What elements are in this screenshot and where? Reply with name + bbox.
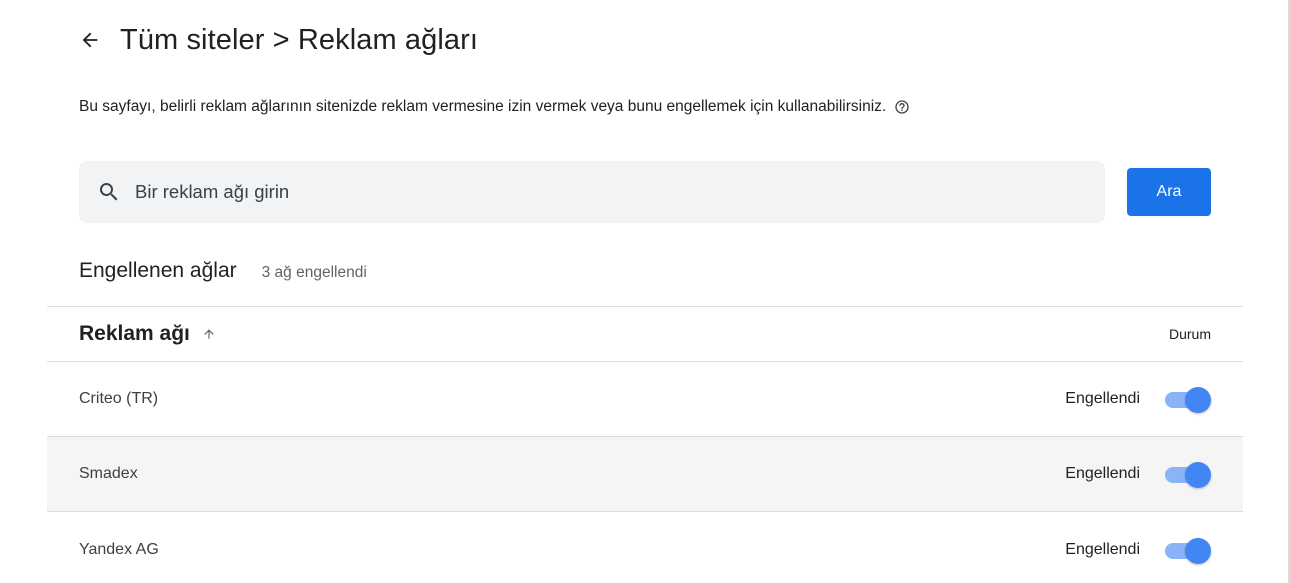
toggle-thumb [1185,462,1211,488]
toggle-thumb [1185,537,1211,564]
search-box [79,161,1105,223]
row-status-group: Engellendi [1065,387,1211,413]
description-text: Bu sayfayı, belirli reklam ağlarının sit… [79,98,887,115]
network-status: Engellendi [1065,390,1140,407]
blocked-networks-table: Reklam ağı Durum Criteo (TR) Engellendi … [47,306,1243,583]
column-header-status: Durum [1168,326,1211,342]
block-toggle[interactable] [1163,462,1211,488]
section-title: Engellenen ağlar [79,259,237,282]
network-status: Engellendi [1065,465,1140,482]
column-header-network[interactable]: Reklam ağı [79,322,218,346]
row-status-group: Engellendi [1065,462,1211,488]
table-row: Yandex AG Engellendi [47,512,1243,583]
table-row: Criteo (TR) Engellendi [47,362,1243,437]
sort-ascending-arrow-icon[interactable] [202,326,218,342]
network-name: Yandex AG [79,540,159,558]
page-header: Tüm siteler > Reklam ağları [78,18,478,62]
column-network-label: Reklam ağı [79,322,190,345]
search-icon [97,180,121,204]
page-title: Tüm siteler > Reklam ağları [120,23,479,56]
blocked-count: 3 ağ engellendi [261,264,367,281]
block-toggle[interactable] [1163,387,1211,413]
back-arrow-icon[interactable] [78,28,102,52]
block-toggle[interactable] [1163,537,1211,564]
page-description: Bu sayfayı, belirli reklam ağlarının sit… [79,98,910,116]
search-button[interactable]: Ara [1127,168,1211,216]
network-name: Smadex [79,465,138,482]
toggle-thumb [1185,387,1211,413]
network-name: Criteo (TR) [79,390,159,407]
help-circle-icon[interactable] [894,99,910,115]
table-header: Reklam ağı Durum [47,306,1243,362]
table-row: Smadex Engellendi [47,437,1243,512]
network-status: Engellendi [1065,540,1140,558]
blocked-networks-header: Engellenen ağlar 3 ağ engellendi [79,259,367,283]
row-status-group: Engellendi [1065,537,1211,564]
search-input[interactable] [135,181,1035,203]
